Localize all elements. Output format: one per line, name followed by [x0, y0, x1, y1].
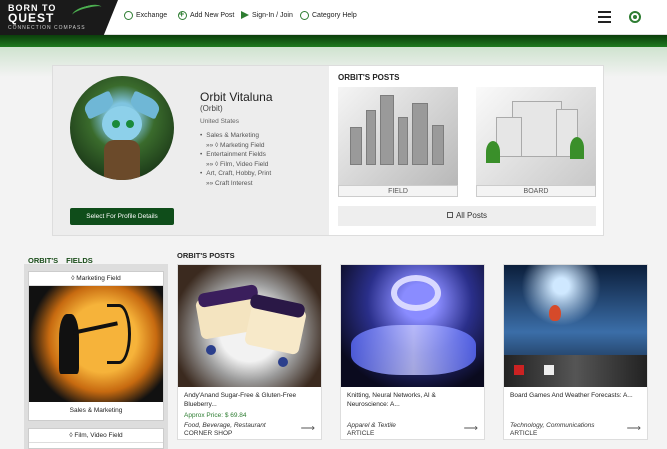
interest-category: Entertainment Fields	[200, 150, 271, 160]
header-green-band	[0, 35, 667, 47]
field-card-image	[29, 286, 163, 402]
select-profile-details-button[interactable]: Select For Profile Details	[70, 208, 174, 225]
post-category: Apparel & Textile	[347, 422, 396, 429]
profile-country: United States	[200, 118, 240, 125]
nav-exchange[interactable]: Exchange	[124, 11, 167, 20]
field-card-header: ◊ Film, Video Field	[29, 429, 163, 443]
profile-card: Orbit Vitaluna (Orbit) United States Sal…	[52, 65, 604, 236]
field-thumbnail[interactable]	[338, 87, 458, 185]
nav-add-new-post-label: Add New Post	[190, 12, 235, 19]
target-icon[interactable]	[629, 11, 641, 23]
arrow-right-icon[interactable]: ⟶	[627, 423, 641, 434]
interest-category: Sales & Marketing	[200, 131, 271, 141]
sign-in-arrow-icon	[241, 11, 249, 19]
post-image	[178, 265, 321, 387]
nav-sign-in[interactable]: Sign-In / Join	[241, 11, 293, 19]
post-image	[504, 265, 647, 387]
board-thumbnail-label: BOARD	[476, 185, 596, 197]
nav-category-help[interactable]: Category Help	[300, 11, 357, 20]
plus-circle-icon	[178, 9, 187, 20]
post-category: Food, Beverage, Restaurant	[184, 422, 266, 429]
post-type: CORNER SHOP	[184, 430, 233, 437]
site-logo[interactable]: BORN TO QUEST CONNECTION COMPASS	[0, 0, 118, 35]
field-card-header: ◊ Marketing Field	[29, 272, 163, 286]
field-card[interactable]: ◊ Marketing Field Sales & Marketing	[28, 271, 164, 421]
interest-list: Sales & Marketing »» ◊ Marketing Field E…	[200, 131, 271, 189]
compass-icon	[124, 11, 133, 20]
fields-title: ORBIT'S FIELDS	[28, 256, 93, 265]
profile-name: Orbit Vitaluna	[200, 90, 273, 104]
post-category: Technology, Communications	[510, 422, 595, 429]
menu-icon[interactable]	[598, 11, 611, 23]
board-thumbnail[interactable]	[476, 87, 596, 185]
nav-category-help-label: Category Help	[312, 12, 357, 19]
post-title: Andy'Anand Sugar-Free & Gluten-Free Blue…	[184, 392, 297, 408]
avatar[interactable]	[70, 76, 174, 180]
post-image	[341, 265, 484, 387]
field-thumbnail-label: FIELD	[338, 185, 458, 197]
logo-swoosh-icon	[71, 2, 103, 20]
logo-line-3: CONNECTION COMPASS	[8, 25, 86, 31]
all-posts-label: All Posts	[455, 211, 488, 220]
nav-add-new-post[interactable]: Add New Post	[178, 9, 235, 20]
nav-sign-in-label: Sign-In / Join	[252, 11, 293, 19]
post-card[interactable]: Knitting, Neural Networks, AI & Neurosci…	[340, 264, 485, 440]
site-header: BORN TO QUEST CONNECTION COMPASS Exchang…	[0, 0, 667, 35]
field-card-footer: Sales & Marketing	[69, 407, 123, 414]
all-posts-checkbox[interactable]	[446, 212, 453, 218]
post-type: ARTICLE	[347, 430, 375, 437]
logo-line-2: QUEST	[8, 11, 55, 25]
post-title: Knitting, Neural Networks, AI & Neurosci…	[347, 392, 436, 408]
post-card[interactable]: Andy'Anand Sugar-Free & Gluten-Free Blue…	[177, 264, 322, 440]
post-type: ARTICLE	[510, 430, 538, 437]
interest-field: »» ◊ Film, Video Field	[206, 160, 269, 168]
post-title: Board Games And Weather Forecasts: A...	[510, 392, 633, 399]
posts-section-title: ORBIT'S POSTS	[177, 251, 235, 260]
post-price: Approx Price: $ 69.84	[184, 412, 247, 419]
interest-category: Art, Craft, Hobby, Print	[200, 169, 271, 179]
nav-exchange-label: Exchange	[136, 12, 168, 19]
post-card[interactable]: Board Games And Weather Forecasts: A... …	[503, 264, 648, 440]
fields-title-owner: ORBIT'S	[28, 256, 59, 265]
profile-info-panel: Orbit Vitaluna (Orbit) United States Sal…	[53, 66, 329, 235]
profile-handle: (Orbit)	[200, 104, 223, 113]
fields-title-label: FIELDS	[66, 256, 93, 265]
all-posts-toggle[interactable]: All Posts	[338, 206, 596, 226]
arrow-right-icon[interactable]: ⟶	[301, 423, 315, 434]
arrow-right-icon[interactable]: ⟶	[464, 423, 478, 434]
category-icon	[300, 11, 309, 20]
profile-posts-title: ORBIT'S POSTS	[338, 73, 400, 82]
interest-field: »» Craft Interest	[206, 179, 253, 187]
interest-field: »» ◊ Marketing Field	[206, 141, 265, 149]
field-card[interactable]: ◊ Film, Video Field	[28, 428, 164, 449]
